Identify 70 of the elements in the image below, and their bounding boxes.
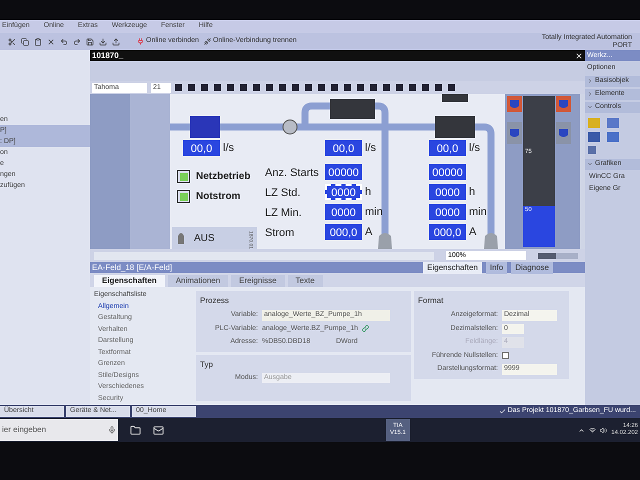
- unit-label: h: [365, 185, 372, 200]
- link-icon: [362, 325, 369, 332]
- bell-icon: [176, 230, 186, 246]
- view-tab[interactable]: Diagnose: [511, 262, 553, 274]
- io-field[interactable]: 00,0: [325, 140, 362, 156]
- taskbar-icon[interactable]: [153, 424, 164, 436]
- unit-label: min: [365, 205, 383, 220]
- io-field[interactable]: 00000: [429, 164, 466, 180]
- bucket-icon: [559, 100, 568, 108]
- panel-title: EA-Feld_18 [E/A-Feld]: [92, 262, 172, 274]
- io-field[interactable]: 0000: [429, 204, 466, 220]
- bucket-icon: [559, 128, 568, 138]
- io-field[interactable]: 000,0: [325, 224, 362, 240]
- property-tab[interactable]: Animationen: [168, 275, 228, 287]
- group-title: Format: [418, 295, 444, 307]
- taskbar-icon[interactable]: [130, 424, 141, 436]
- unit-label: h: [469, 185, 476, 200]
- io-field[interactable]: 0000: [325, 184, 362, 200]
- property-tab[interactable]: Eigenschaften: [94, 275, 165, 287]
- unit-label: l/s: [223, 141, 234, 156]
- volume-icon[interactable]: [600, 426, 608, 434]
- toolbar-icon[interactable]: [60, 38, 68, 46]
- indicator-label: Netzbetrieb: [196, 170, 250, 184]
- row-label: LZ Std.: [265, 186, 300, 201]
- bucket-icon: [510, 100, 519, 108]
- view-tab[interactable]: Eigenschaften: [423, 262, 482, 274]
- io-field[interactable]: 0000: [325, 204, 362, 220]
- network-icon[interactable]: [589, 426, 596, 434]
- unit-label: l/s: [469, 141, 480, 156]
- search-field[interactable]: ier eingeben: [0, 419, 118, 441]
- toolbar-icon[interactable]: [47, 38, 55, 46]
- io-field[interactable]: 000,0: [429, 224, 466, 240]
- bucket-icon: [510, 128, 519, 138]
- unit-label: A: [469, 225, 476, 240]
- toolbar-icon[interactable]: [21, 38, 29, 46]
- check-icon: [498, 408, 506, 415]
- group-title: Prozess: [200, 295, 230, 307]
- close-icon[interactable]: [575, 52, 583, 60]
- chevron-right-icon: [587, 78, 593, 84]
- io-field[interactable]: 00,0: [183, 140, 220, 156]
- row-label: LZ Min.: [265, 206, 302, 221]
- group-title: Typ: [200, 358, 214, 370]
- zoom-slider[interactable]: [538, 252, 578, 258]
- checkbox[interactable]: [502, 352, 509, 360]
- toolbar-icon[interactable]: [73, 38, 81, 46]
- unplug-icon: [204, 38, 211, 45]
- toolbar-icon[interactable]: [8, 38, 16, 46]
- plug-icon: [137, 38, 144, 45]
- microphone-icon[interactable]: [108, 426, 116, 434]
- property-tab[interactable]: Texte: [288, 275, 323, 287]
- row-label: Strom: [265, 226, 294, 241]
- indicator-label: Notstrom: [196, 190, 240, 204]
- toolbar-icon[interactable]: [112, 38, 120, 46]
- row-label: Anz. Starts: [265, 166, 319, 181]
- chevron-right-icon: [587, 91, 593, 97]
- unit-label: l/s: [365, 141, 376, 156]
- io-field[interactable]: 0000: [429, 184, 466, 200]
- editor-title: 101870_: [92, 50, 124, 62]
- toolbar-icon[interactable]: [99, 38, 107, 46]
- toolbar-icon[interactable]: [86, 38, 94, 46]
- chevron-icon[interactable]: [578, 426, 586, 434]
- chevron-down-icon: [587, 161, 593, 167]
- toolbar-icon[interactable]: [34, 38, 42, 46]
- unit-label: min: [469, 205, 487, 220]
- chevron-down-icon: [587, 104, 593, 110]
- io-field[interactable]: 00000: [325, 164, 362, 180]
- io-field[interactable]: 00,0: [429, 140, 466, 156]
- property-tab[interactable]: Ereignisse: [231, 275, 285, 287]
- unit-label: A: [365, 225, 372, 240]
- view-tab[interactable]: Info: [486, 262, 508, 274]
